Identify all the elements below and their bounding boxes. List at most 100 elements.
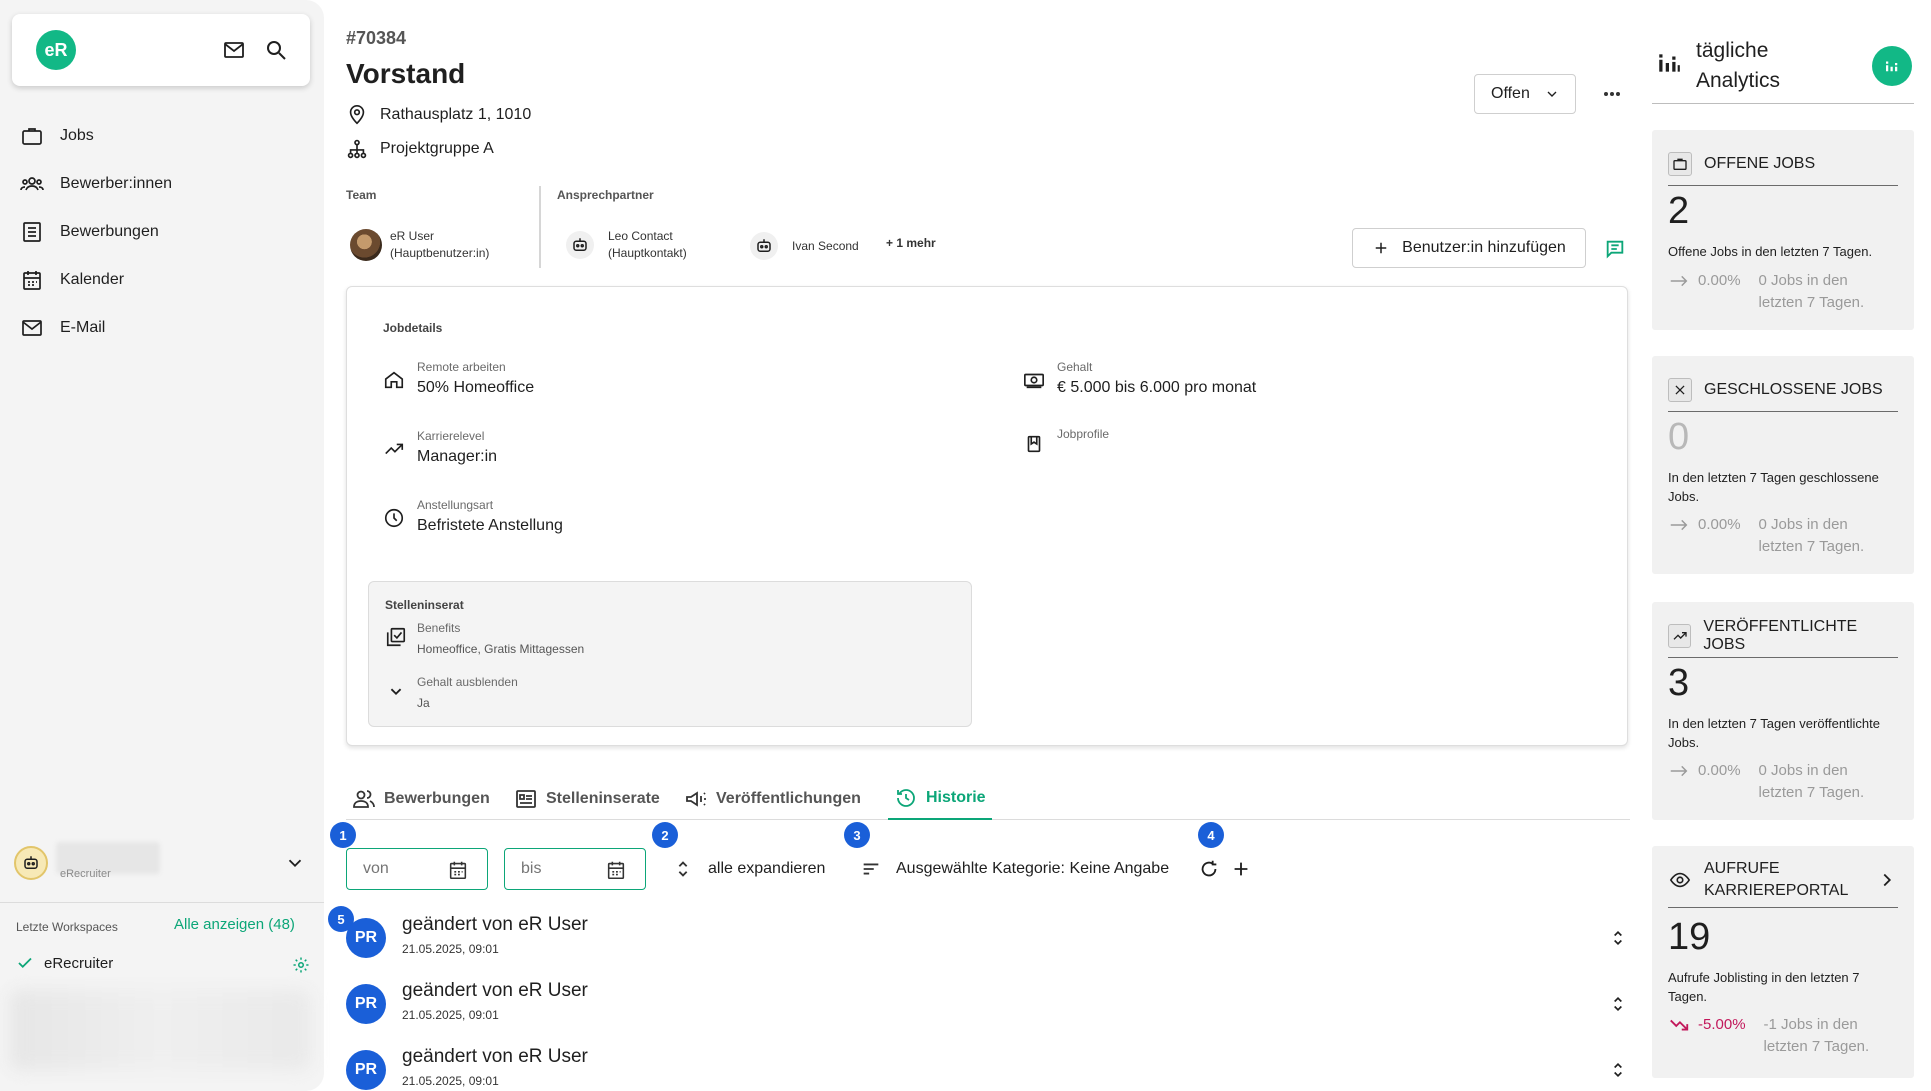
expand-icon[interactable] [1608,928,1628,948]
team-member[interactable]: eR User (Hauptbenutzer:in) [350,228,489,262]
nav-item-applications[interactable]: Bewerbungen [0,208,324,256]
to-date-field[interactable] [504,848,646,890]
category-filter-button[interactable]: Ausgewählte Kategorie: Keine Angabe [860,858,1169,880]
gear-icon[interactable] [292,956,310,974]
recent-workspace-item[interactable]: eRecruiter [16,954,113,972]
contact-person-label: Ansprechpartner [557,188,654,202]
card-description: Offene Jobs in den letzten 7 Tagen. [1668,244,1873,259]
search-icon[interactable] [264,38,288,62]
field-label: Karrierelevel [417,429,485,443]
chevron-down-icon[interactable] [284,852,306,874]
chat-icon[interactable] [1604,238,1626,260]
nav-item-applicants[interactable]: Bewerber:innen [0,160,324,208]
history-item[interactable]: PR geändert von eR User 21.05.2025, 09:0… [346,1046,1630,1091]
field-value: € 5.000 bis 6.000 pro monat [1057,379,1257,396]
card-header: AUFRUFE KARRIEREPORTAL [1668,852,1898,908]
card-title: GESCHLOSSENE JOBS [1704,380,1883,398]
more-options-icon[interactable] [1598,82,1626,106]
field-label: Benefits [417,621,461,635]
tab-history[interactable]: Historie [888,778,992,820]
bar-chart-icon [1656,50,1682,76]
card-note-line1: 0 Jobs in den [1758,516,1848,533]
tab-publications[interactable]: Veröffentlichungen [684,778,861,820]
contact-person[interactable]: Ivan Second [750,232,859,260]
workspace-name: eRecruiter [60,868,111,880]
card-description: In den letzten 7 Tagen geschlossene Jobs… [1668,470,1879,504]
card-description: Aufrufe Joblisting in den letzten 7 Tage… [1668,970,1860,1004]
field-label: Anstellungsart [417,498,494,512]
list-icon [20,220,44,244]
people-icon [352,787,376,811]
recent-workspace-label: eRecruiter [44,954,114,972]
expand-icon[interactable] [1608,994,1628,1014]
tab-label: Bewerbungen [384,790,490,807]
expand-all-button[interactable]: alle expandieren [672,858,825,880]
member-role: (Hauptbenutzer:in) [390,246,490,260]
employment-type-field: Anstellungsart Befristete Anstellung [383,497,563,537]
contact-name: Ivan Second [792,238,859,253]
nav-item-calendar[interactable]: Kalender [0,256,324,304]
chevron-right-icon[interactable] [1876,869,1898,891]
avatar: PR [346,918,386,958]
main-content: #70384 Vorstand Rathausplatz 1, 1010 Pro… [328,0,1630,1091]
more-contacts-link[interactable]: + 1 mehr [886,236,936,250]
step-marker: 1 [330,822,356,848]
card-trend: -5.00% -1 Jobs in den letzten 7 Tagen. [1668,1014,1869,1058]
status-label: Offen [1491,85,1530,102]
analytics-card-career-portal[interactable]: AUFRUFE KARRIEREPORTAL 19 Aufrufe Joblist… [1652,846,1914,1078]
tab-applications[interactable]: Bewerbungen [352,778,490,820]
history-title: geändert von eR User [402,1046,588,1067]
contact-person[interactable]: Leo Contact (Hauptkontakt) [566,228,687,262]
history-item[interactable]: PR geändert von eR User 21.05.2025, 09:0… [346,914,1630,974]
calendar-icon [20,268,44,292]
avatar: PR [346,1050,386,1090]
people-icon [20,172,44,196]
card-header: VERÖFFENTLICHTE JOBS [1668,614,1898,658]
analytics-toggle-button[interactable] [1872,46,1912,86]
refresh-icon[interactable] [1198,858,1220,880]
nav-label: Kalender [60,271,125,288]
to-date-input[interactable] [521,860,601,878]
card-title: AUFRUFE KARRIEREPORTAL [1704,858,1848,902]
card-header: GESCHLOSSENE JOBS [1668,368,1898,412]
plus-icon[interactable] [1230,858,1252,880]
robot-avatar-icon [566,231,594,259]
money-icon [1023,369,1045,391]
app-logo[interactable]: eR [36,30,76,70]
card-header: OFFENE JOBS [1668,142,1898,186]
job-ad-box: Stelleninserat Benefits Homeoffice, Grati… [368,581,972,727]
analytics-card-closed-jobs: GESCHLOSSENE JOBS 0 In den letzten 7 Tag… [1652,356,1914,574]
analytics-title: tägliche Analytics [1696,36,1780,96]
megaphone-icon [684,787,708,811]
field-value: Befristete Anstellung [417,517,563,534]
from-date-input[interactable] [363,860,443,878]
calendar-icon[interactable] [605,859,627,881]
from-date-field[interactable] [346,848,488,890]
team-label: Team [346,188,377,202]
card-percent: 0.00% [1698,516,1741,533]
workspace-switcher[interactable] [0,836,324,898]
nav-item-jobs[interactable]: Jobs [0,112,324,160]
history-title: geändert von eR User [402,914,588,935]
benefits-field: Benefits Homeoffice, Gratis Mittagessen [385,620,584,657]
step-marker: 2 [652,822,678,848]
card-note-line2: letzten 7 Tagen. [1758,294,1865,311]
tab-bar: Bewerbungen Stelleninserate Veröffentlic… [346,778,1630,820]
tab-job-ads[interactable]: Stelleninserate [514,778,660,820]
nav-label: Bewerbungen [60,223,159,240]
card-title-line2: KARRIEREPORTAL [1704,881,1849,899]
trending-up-icon [1668,623,1692,648]
history-date: 21.05.2025, 09:01 [402,942,499,956]
card-note-line1: 0 Jobs in den [1758,272,1848,289]
nav-item-email[interactable]: E-Mail [0,304,324,352]
calendar-icon[interactable] [447,859,469,881]
expand-icon[interactable] [1608,1060,1628,1080]
add-user-button[interactable]: Benutzer:in hinzufügen [1352,228,1586,268]
status-dropdown[interactable]: Offen [1474,74,1576,114]
contact-role: (Hauptkontakt) [608,246,687,260]
show-all-link[interactable]: Alle anzeigen (48) [174,916,295,933]
card-description: In den letzten 7 Tagen veröffentlichte J… [1668,716,1881,750]
job-ad-title: Stelleninserat [385,598,464,612]
history-item[interactable]: PR geändert von eR User 21.05.2025, 09:0… [346,980,1630,1040]
mail-icon[interactable] [222,38,246,62]
